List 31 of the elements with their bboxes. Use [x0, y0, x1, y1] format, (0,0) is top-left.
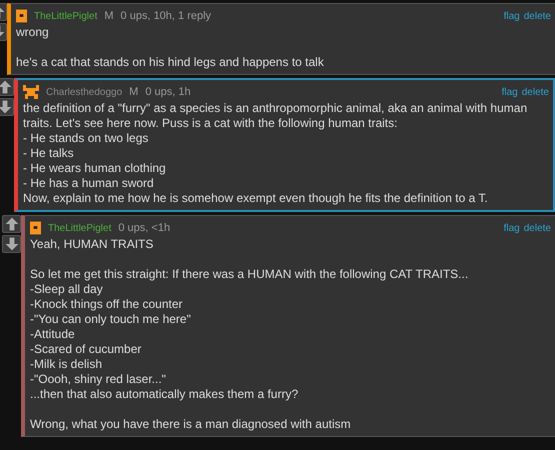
- comment-meta: 0 ups, 1h: [145, 86, 191, 98]
- username-link[interactable]: TheLittlePiglet: [48, 222, 112, 234]
- avatar-icon: [30, 221, 41, 235]
- action-link[interactable]: delete: [524, 222, 551, 234]
- action-link[interactable]: delete: [524, 10, 551, 22]
- comment-text: Yeah, HUMAN TRAITS: [30, 237, 154, 252]
- username-link[interactable]: Charlesthedoggo: [46, 86, 122, 98]
- username-link[interactable]: TheLittlePiglet: [34, 10, 98, 22]
- action-link[interactable]: flag: [502, 86, 518, 98]
- down-arrow-icon: [0, 99, 12, 115]
- downvote-button[interactable]: [0, 98, 14, 116]
- comment-meta: 0 ups, <1h: [118, 222, 170, 234]
- comment-text: wrong: [16, 25, 50, 40]
- upvote-button[interactable]: [0, 78, 14, 96]
- action-link[interactable]: flag: [504, 222, 520, 234]
- comment-text: the definition of a "furry" as a species is an anthropomorphic animal, aka an animal with human traits. Let's see here now. Puss is a cat with the following human traits: - He stands on two legs - He talks - He wears human clothing - He has a human sword Now, explain to me how he is somehow exempt even though he fits the definition to a T.: [23, 101, 528, 206]
- upvote-button[interactable]: [2, 215, 21, 233]
- comment-text: he's a cat that stands on his hind legs and happens to talk: [16, 55, 325, 70]
- action-link[interactable]: delete: [522, 86, 549, 98]
- comment-meta: 0 ups, 10h, 1 reply: [120, 10, 212, 22]
- avatar-icon: [23, 85, 39, 99]
- action-link[interactable]: flag: [504, 10, 520, 22]
- up-arrow-icon: [0, 79, 12, 95]
- down-arrow-icon: [4, 236, 20, 252]
- role-label: M: [129, 86, 138, 98]
- role-label: M: [104, 10, 114, 22]
- downvote-button[interactable]: [2, 235, 21, 253]
- comment-text: So let me get this straight: If there was a HUMAN with the following CAT TRAITS... -Sleep all day -Knock things off the counter -"You can only touch me here" -Attitude -Scared of cucumber -Milk is delish -"Oooh, shiny red laser..." ...then that also automatically makes them a furry?: [30, 267, 470, 402]
- comment-text: Wrong, what you have there is a man diagnosed with autism: [30, 417, 352, 432]
- up-arrow-icon: [4, 216, 20, 232]
- avatar-icon: [16, 9, 27, 23]
